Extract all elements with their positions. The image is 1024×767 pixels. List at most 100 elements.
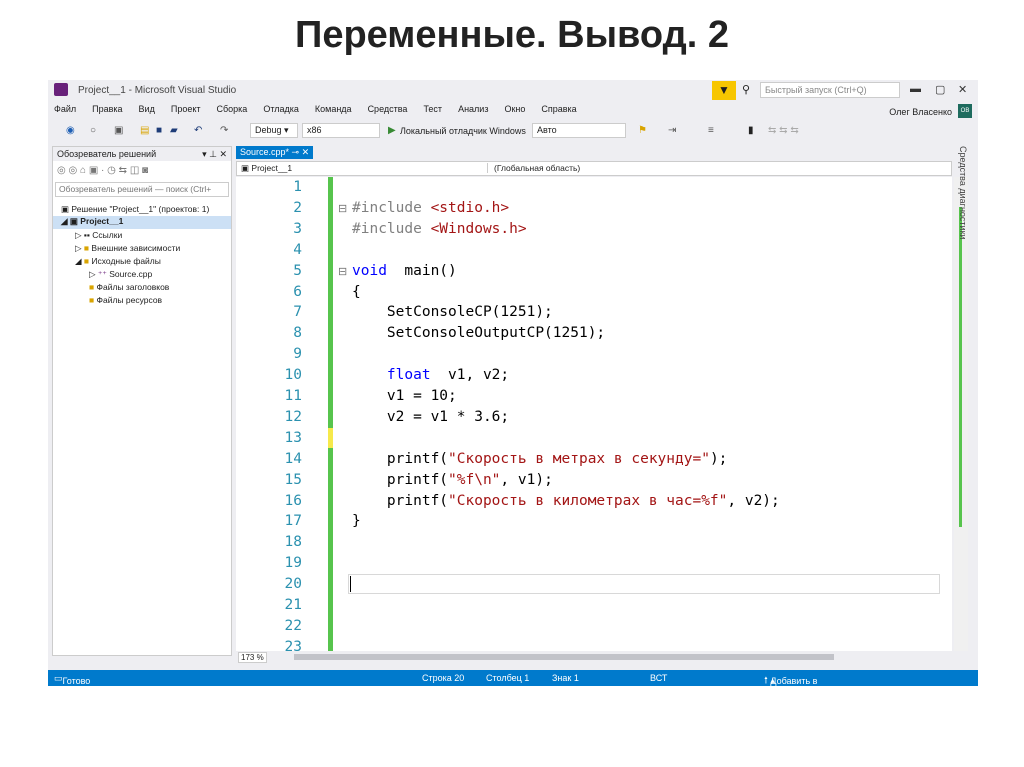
line-number: 17 <box>284 513 302 530</box>
tab-source-cpp[interactable]: Source.cpp* ⊸ ✕ <box>236 146 314 159</box>
feedback-icon[interactable]: ⚲ <box>742 83 750 96</box>
unsaved-change-marker <box>328 427 333 448</box>
tree-project[interactable]: ◢ ▣ Project__1 <box>53 216 231 229</box>
menu-item[interactable]: Файл <box>54 104 76 114</box>
tree-resource-files[interactable]: ■ Файлы ресурсов <box>89 295 162 305</box>
code-line[interactable]: void main() <box>352 263 457 279</box>
code-editor[interactable]: 1 2 #include <stdio.h> 3 #include <Windows.h… <box>236 177 952 651</box>
line-number: 16 <box>284 492 302 509</box>
solution-toolbar-icons[interactable]: ◎ ◎ ⌂ ▣ · ◷ ⇆ ◫ ◙ <box>57 165 148 176</box>
save-all-icon[interactable]: ▰ <box>170 125 178 136</box>
pin-close-icon[interactable]: ▾ ⊥ ✕ <box>202 149 227 160</box>
zoom-level[interactable]: 173 % <box>238 652 267 663</box>
new-project-icon[interactable]: ▣ <box>114 125 123 136</box>
menu-item[interactable]: Проект <box>171 104 201 114</box>
code-line[interactable]: v1 = 10; <box>352 388 457 404</box>
window-title: Project__1 - Microsoft Visual Studio <box>78 85 237 96</box>
code-line[interactable]: printf("%f\n", v1); <box>352 472 553 488</box>
user-name[interactable]: Олег Власенко <box>889 107 952 117</box>
menu-item[interactable]: Сборка <box>217 104 248 114</box>
collapse-icon[interactable]: ⊟ <box>338 202 347 215</box>
code-line[interactable]: float v1, v2; <box>352 367 509 383</box>
platform-select[interactable]: x86 <box>302 123 380 138</box>
code-line[interactable]: printf("Скорость в километрах в час=%f",… <box>352 493 780 509</box>
play-icon[interactable]: ▶ <box>388 125 396 136</box>
code-token: SetConsoleOutputCP(1251); <box>352 325 606 342</box>
start-debugger-button[interactable]: Локальный отладчик Windows <box>400 126 526 136</box>
line-number: 1 <box>293 179 302 195</box>
tree-source-cpp[interactable]: ▷ ⁺⁺ Source.cpp <box>89 269 152 280</box>
maximize-button[interactable]: ▢ <box>935 83 945 96</box>
menu-item[interactable]: Тест <box>423 104 442 114</box>
menu-item[interactable]: Вид <box>139 104 155 114</box>
horizontal-scroll-thumb[interactable] <box>294 654 834 660</box>
source-control-button[interactable]: 🠕 Добавить в систему управления версиями… <box>764 673 819 716</box>
vcs-text: Добавить в систему управления версиями <box>770 676 820 716</box>
feedback-filter-icon[interactable]: ▼ <box>712 81 736 100</box>
code-token: SetConsoleCP(1251); <box>352 304 553 321</box>
code-line[interactable]: v2 = v1 * 3.6; <box>352 409 509 425</box>
tree-references[interactable]: ▷ ▪▪ Ссылки <box>75 230 122 241</box>
undo-icon[interactable]: ↶ <box>194 125 202 136</box>
tree-label: Решение "Project__1" (проектов: 1) <box>71 204 210 214</box>
platform-value: x86 <box>307 125 322 135</box>
project-dropdown[interactable]: ▣ Project__1 <box>241 163 471 174</box>
code-token: { <box>352 283 361 300</box>
tree-external-deps[interactable]: ▷ ■ Внешние зависимости <box>75 243 180 254</box>
close-button[interactable]: ✕ <box>958 83 967 96</box>
solution-search-input[interactable]: Обозреватель решений — поиск (Ctrl+ <box>55 182 229 197</box>
menu-item[interactable]: Команда <box>315 104 352 114</box>
quick-launch-input[interactable]: Быстрый запуск (Ctrl+Q) <box>760 82 900 98</box>
open-icon[interactable]: ▤ <box>140 125 149 136</box>
tree-label: Исходные файлы <box>91 256 161 266</box>
current-line-highlight <box>348 574 940 595</box>
vertical-scrollbar[interactable] <box>954 177 968 651</box>
scope-dropdown[interactable]: (Глобальная область) <box>487 163 727 173</box>
tree-label: Файлы заголовков <box>96 282 170 292</box>
diagnostic-tools-tab[interactable]: Средства диагностики <box>958 146 968 240</box>
tab-label: Source.cpp* <box>240 147 290 157</box>
status-ready-text: Готово <box>62 676 91 686</box>
code-line[interactable]: SetConsoleCP(1251); <box>352 304 553 320</box>
menu-item[interactable]: Отладка <box>263 104 299 114</box>
menu-item[interactable]: Правка <box>92 104 122 114</box>
config-value: Debug <box>255 125 282 135</box>
collapse-icon[interactable]: ⊟ <box>338 265 347 278</box>
auto-select[interactable]: Авто <box>532 123 626 138</box>
code-line[interactable]: #include <stdio.h> <box>352 200 509 216</box>
comment-icon[interactable]: ≡ <box>708 125 714 136</box>
menu-item[interactable]: Окно <box>504 104 525 114</box>
line-number: 23 <box>284 638 302 651</box>
forward-icon[interactable]: ○ <box>90 125 96 136</box>
code-line[interactable]: SetConsoleOutputCP(1251); <box>352 325 605 341</box>
code-token: <stdio.h> <box>430 199 510 216</box>
redo-icon[interactable]: ↷ <box>220 125 228 136</box>
menu-item[interactable]: Средства <box>368 104 408 114</box>
save-icon[interactable]: ■ <box>156 125 162 136</box>
tree-source-files[interactable]: ◢ ■ Исходные файлы <box>75 256 161 267</box>
find-icon[interactable]: ⚑ <box>638 125 647 136</box>
bookmark-nav-icon[interactable]: ⇆ ⇆ ⇆ <box>768 125 799 136</box>
document-tabs: Source.cpp* ⊸ ✕ <box>236 146 314 160</box>
menu-item[interactable]: Анализ <box>458 104 488 114</box>
config-select[interactable]: Debug ▾ <box>250 123 298 138</box>
code-line[interactable]: printf("Скорость в метрах в секунду="); <box>352 451 728 467</box>
line-number: 19 <box>284 555 302 572</box>
horizontal-scrollbar[interactable]: 173 % <box>236 651 952 663</box>
tree-solution[interactable]: ▣ Решение "Project__1" (проектов: 1) <box>61 204 209 215</box>
minimize-button[interactable]: ▬ <box>910 83 921 95</box>
scope-value: (Глобальная область) <box>494 163 581 173</box>
back-icon[interactable]: ◉ <box>66 125 75 136</box>
code-token: v1, v2; <box>430 367 510 384</box>
tree-header-files[interactable]: ■ Файлы заголовков <box>89 282 169 292</box>
code-line[interactable]: } <box>352 513 361 529</box>
bookmark-icon[interactable]: ▮ <box>748 125 754 136</box>
navigate-icon[interactable]: ⇥ <box>668 125 676 136</box>
solution-explorer-header: Обозреватель решений ▾ ⊥ ✕ <box>53 147 231 161</box>
code-line[interactable]: { <box>352 284 361 300</box>
menu-item[interactable]: Справка <box>541 104 576 114</box>
avatar[interactable]: ОВ <box>958 104 972 118</box>
vs-logo-icon <box>54 83 68 96</box>
tree-label: Source.cpp <box>109 269 153 279</box>
code-line[interactable]: #include <Windows.h> <box>352 221 527 237</box>
